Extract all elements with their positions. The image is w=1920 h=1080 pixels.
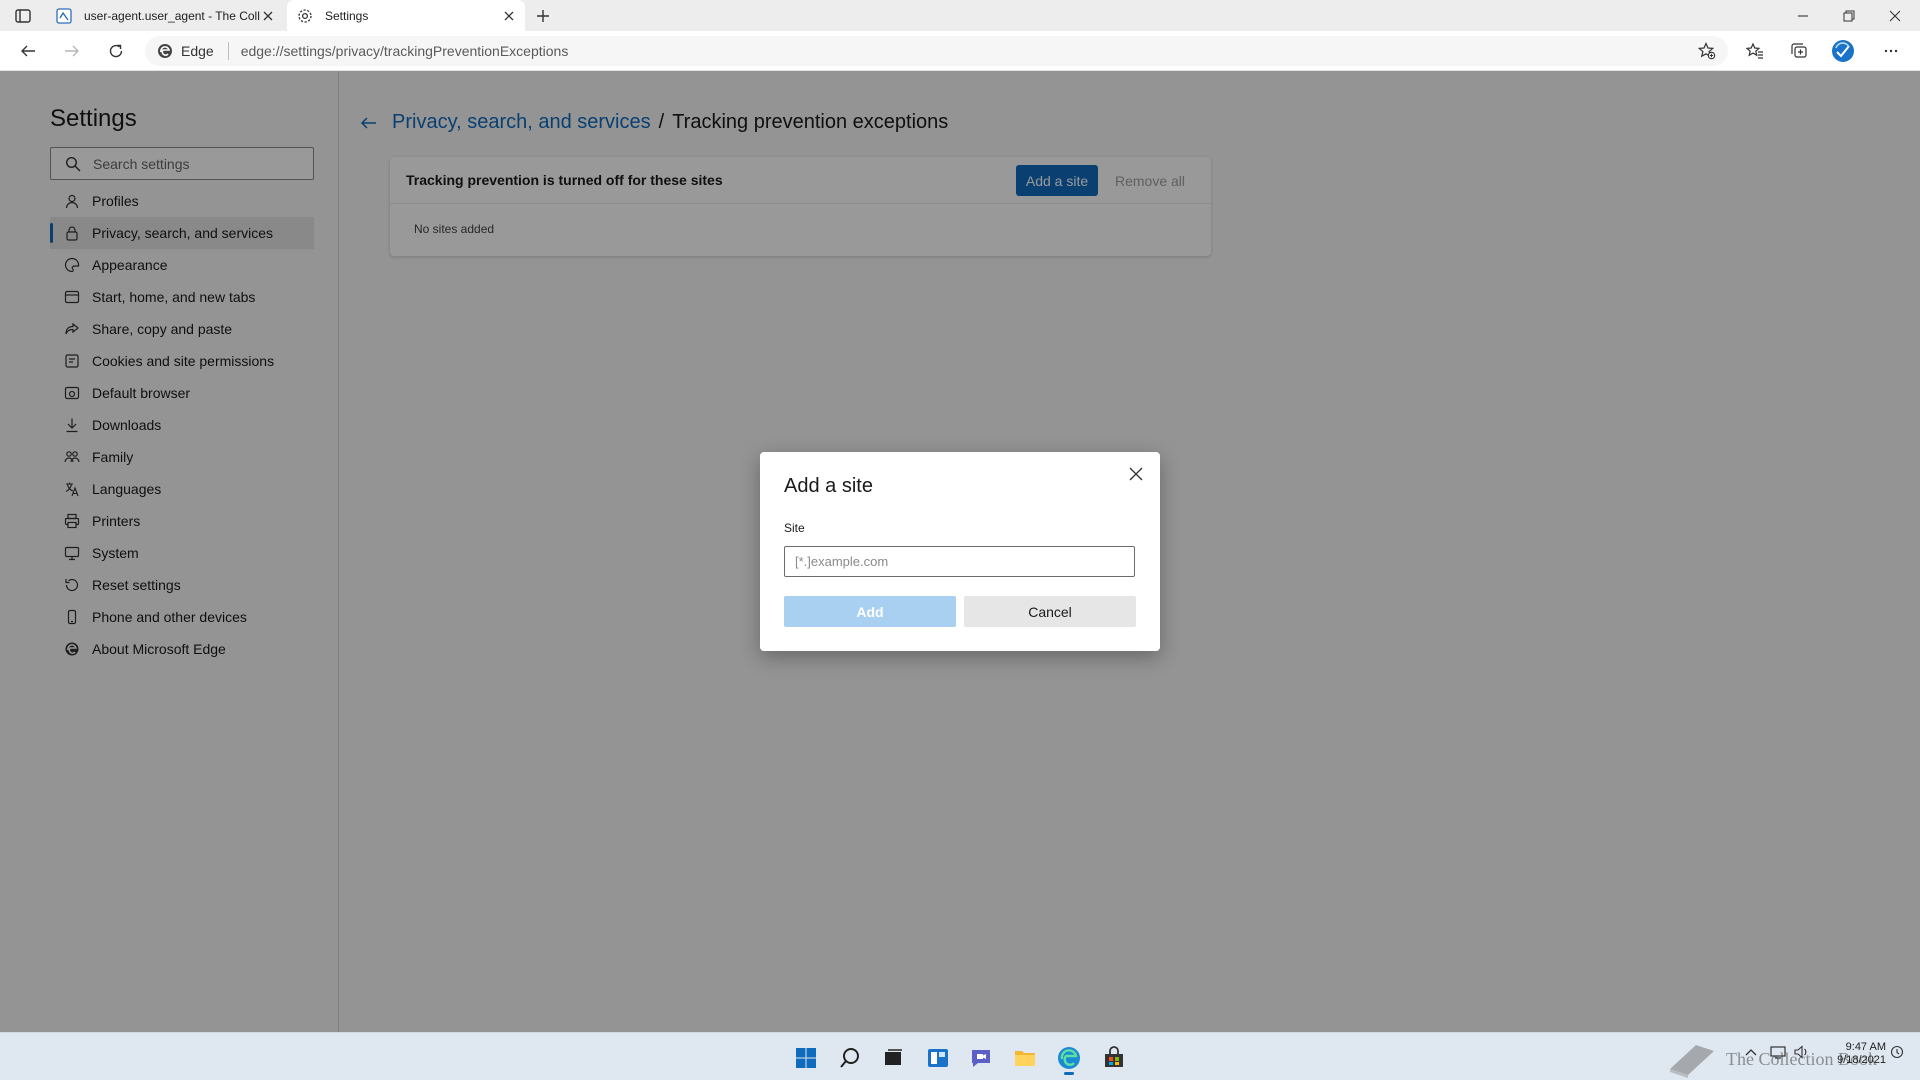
start-button[interactable] (789, 1041, 823, 1075)
search-taskbar-icon[interactable] (833, 1041, 867, 1075)
add-button[interactable]: Add (784, 596, 956, 627)
favorites-button[interactable] (1740, 37, 1770, 65)
cancel-button[interactable]: Cancel (964, 596, 1136, 627)
minimize-button[interactable] (1780, 0, 1826, 31)
document-favicon-icon (56, 7, 72, 24)
taskbar: The Collection Book 9:47 AM 9/18/2021 (0, 1032, 1920, 1080)
gear-icon (297, 8, 313, 24)
dialog-title: Add a site (784, 475, 873, 497)
edge-scheme-indicator[interactable]: Edge (157, 43, 214, 59)
clock-time: 9:47 AM (1845, 1041, 1886, 1053)
site-field-label: Site (784, 521, 805, 535)
more-options-icon[interactable] (1876, 37, 1906, 65)
tray-chevron-icon[interactable] (1744, 1045, 1758, 1062)
file-explorer-icon[interactable] (1008, 1041, 1042, 1075)
collections-button[interactable] (1784, 37, 1814, 65)
clock[interactable]: 9:47 AM 9/18/2021 (1826, 1041, 1886, 1067)
notification-icon[interactable] (1890, 1045, 1904, 1062)
volume-icon[interactable] (1794, 1045, 1810, 1062)
forward-button[interactable] (57, 37, 87, 65)
address-divider (227, 42, 229, 60)
profile-avatar-button[interactable] (1828, 37, 1858, 65)
chat-icon[interactable] (964, 1041, 998, 1075)
address-url[interactable]: edge://settings/privacy/trackingPreventi… (241, 43, 1728, 59)
close-window-button[interactable] (1872, 0, 1918, 31)
site-input[interactable] (784, 546, 1135, 577)
tab-actions-icon[interactable] (11, 6, 35, 26)
tab-title: user-agent.user_agent - The Coll (84, 8, 260, 23)
new-tab-button[interactable] (532, 5, 554, 27)
maximize-button[interactable] (1826, 0, 1872, 31)
task-view-icon[interactable] (876, 1041, 910, 1075)
back-button[interactable] (13, 37, 43, 65)
refresh-button[interactable] (101, 37, 131, 65)
widgets-icon[interactable] (921, 1041, 955, 1075)
edge-scheme-label: Edge (181, 43, 214, 59)
edge-taskbar-icon[interactable] (1052, 1041, 1086, 1075)
add-favorite-icon[interactable] (1697, 42, 1716, 60)
network-icon[interactable] (1770, 1045, 1786, 1062)
store-icon[interactable] (1097, 1041, 1131, 1075)
clock-date: 9/18/2021 (1837, 1054, 1886, 1066)
add-site-dialog: Add a site Site Add Cancel (760, 452, 1160, 651)
tab-bar: user-agent.user_agent - The Coll Setting… (0, 0, 1920, 31)
close-icon[interactable] (1124, 462, 1148, 486)
address-bar[interactable]: Edge edge://settings/privacy/trackingPre… (145, 36, 1728, 66)
tab-user-agent[interactable]: user-agent.user_agent - The Coll (44, 0, 284, 31)
browser-toolbar: Edge edge://settings/privacy/trackingPre… (0, 31, 1920, 71)
tab-settings[interactable]: Settings (287, 0, 525, 31)
edge-logo-icon (157, 43, 173, 59)
tab-close-icon[interactable] (260, 8, 276, 24)
tab-close-icon[interactable] (501, 8, 517, 24)
book-watermark-icon (1670, 1045, 1714, 1078)
tab-title: Settings (325, 8, 369, 23)
